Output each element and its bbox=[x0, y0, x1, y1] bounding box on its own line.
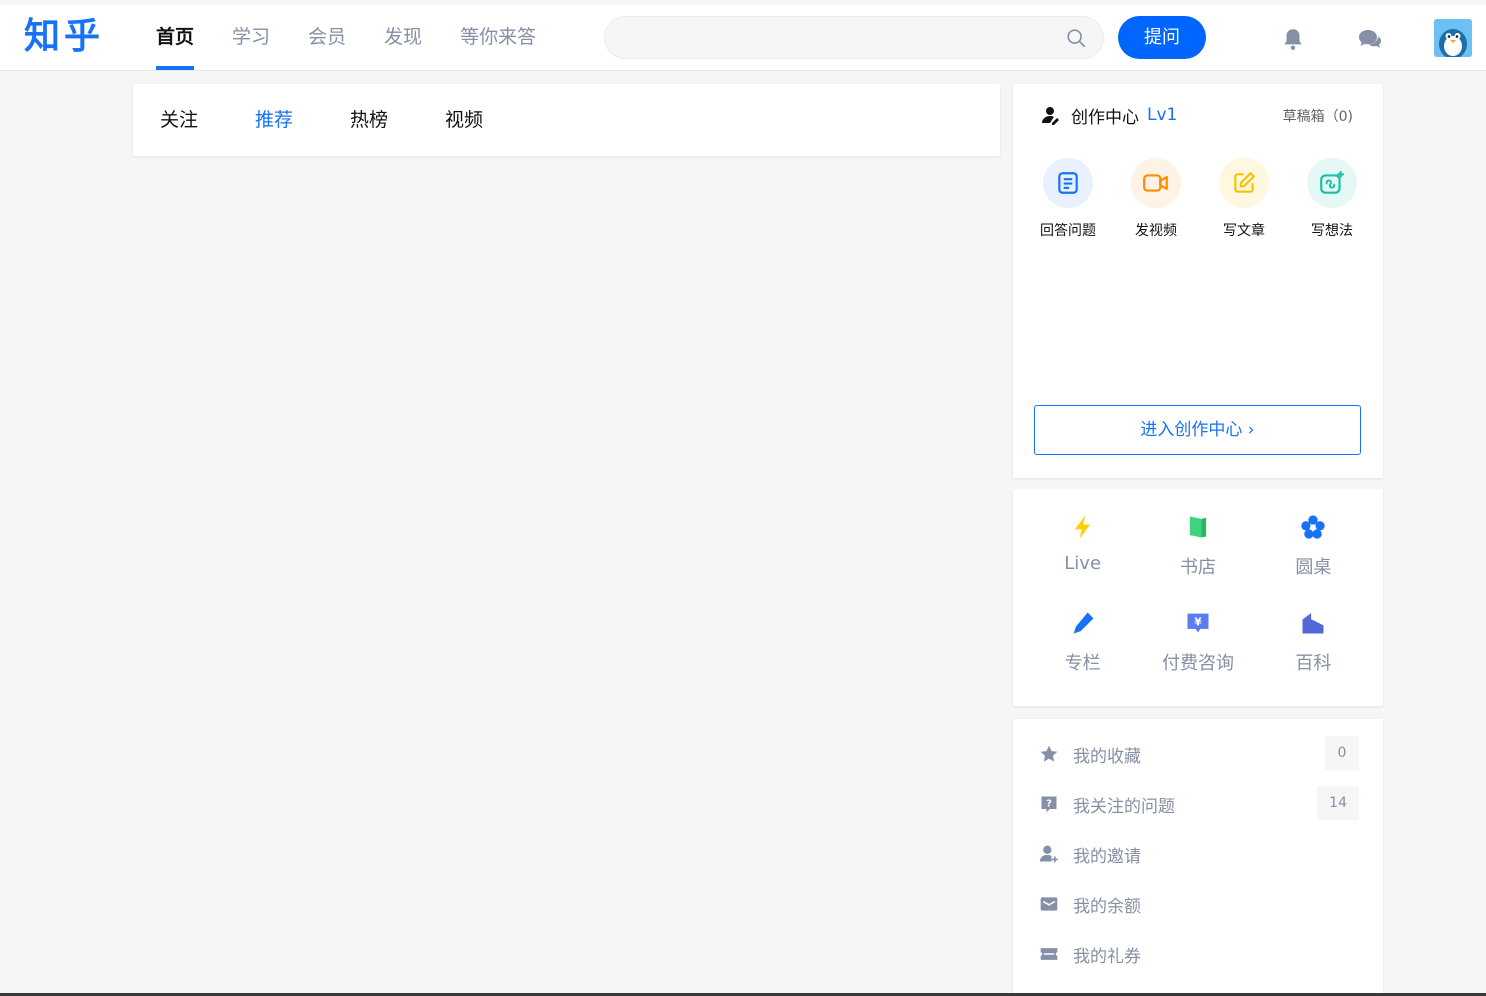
drafts-link[interactable]: 草稿箱（0) bbox=[1283, 106, 1353, 126]
creator-center-title: 创作中心 bbox=[1071, 107, 1139, 128]
post-video-action[interactable]: 发视频 bbox=[1121, 158, 1191, 240]
wallet-icon bbox=[1040, 897, 1058, 911]
service-wiki[interactable]: 百科 bbox=[1256, 609, 1371, 675]
wiki-icon bbox=[1302, 612, 1324, 634]
tab-recommend[interactable]: 推荐 bbox=[255, 84, 293, 156]
answer-question-label: 回答问题 bbox=[1040, 223, 1096, 239]
services-grid: Live 书店 圆桌 专栏 ¥ 付费咨询 百科 bbox=[1025, 513, 1371, 675]
my-balance-label: 我的余额 bbox=[1073, 896, 1141, 917]
user-avatar[interactable] bbox=[1434, 19, 1472, 57]
top-header: 知乎 首页 学习 会员 发现 等你来答 提问 bbox=[0, 5, 1486, 71]
favorites-count-badge: 0 bbox=[1325, 736, 1359, 770]
thought-icon bbox=[1320, 171, 1344, 194]
service-bookstore-label: 书店 bbox=[1179, 557, 1216, 578]
nav-home[interactable]: 首页 bbox=[156, 5, 195, 70]
nav-member[interactable]: 会员 bbox=[308, 5, 346, 70]
service-roundtable[interactable]: 圆桌 bbox=[1256, 513, 1371, 579]
tab-video[interactable]: 视频 bbox=[445, 84, 483, 156]
main-nav: 首页 学习 会员 发现 等你来答 bbox=[156, 5, 574, 70]
notification-bell-icon[interactable] bbox=[1280, 26, 1306, 52]
column-pen-icon bbox=[1073, 612, 1094, 634]
creator-center-card: 创作中心 Lv1 草稿箱（0) 回答问题 发视频 写文章 写想法 进入创作中心 … bbox=[1013, 84, 1383, 478]
service-live-label: Live bbox=[1064, 553, 1102, 574]
messages-icon[interactable] bbox=[1356, 26, 1384, 52]
write-thought-label: 写想法 bbox=[1311, 223, 1353, 239]
pinwheel-icon bbox=[1301, 515, 1325, 539]
consult-icon: ¥ bbox=[1187, 613, 1209, 633]
svg-text:¥: ¥ bbox=[1194, 616, 1202, 628]
nav-learn[interactable]: 学习 bbox=[232, 5, 270, 70]
my-favorites-label: 我的收藏 bbox=[1073, 746, 1141, 767]
service-column-label: 专栏 bbox=[1064, 653, 1101, 674]
pencil-icon-circle bbox=[1219, 158, 1269, 208]
tab-follow[interactable]: 关注 bbox=[160, 84, 198, 156]
search-box bbox=[604, 16, 1104, 59]
svg-text:?: ? bbox=[1046, 799, 1052, 810]
search-input[interactable] bbox=[623, 17, 1053, 58]
write-article-label: 写文章 bbox=[1223, 223, 1265, 239]
services-card: Live 书店 圆桌 专栏 ¥ 付费咨询 百科 bbox=[1013, 489, 1383, 706]
service-paid-consult-label: 付费咨询 bbox=[1161, 653, 1234, 674]
lightning-icon bbox=[1074, 515, 1090, 539]
video-icon-circle bbox=[1131, 158, 1181, 208]
my-followed-questions-label: 我关注的问题 bbox=[1073, 796, 1175, 817]
service-wiki-label: 百科 bbox=[1295, 653, 1332, 674]
my-invitations-label: 我的邀请 bbox=[1073, 846, 1141, 867]
my-followed-questions[interactable]: ? 我关注的问题 14 bbox=[1039, 786, 1359, 822]
invite-icon bbox=[1039, 845, 1058, 863]
my-coupons-label: 我的礼券 bbox=[1073, 946, 1141, 967]
answer-icon bbox=[1058, 172, 1078, 194]
nav-waiting-answers[interactable]: 等你来答 bbox=[460, 5, 536, 70]
creator-actions: 回答问题 发视频 写文章 写想法 bbox=[1033, 158, 1367, 240]
service-live[interactable]: Live bbox=[1025, 513, 1140, 579]
write-article-action[interactable]: 写文章 bbox=[1209, 158, 1279, 240]
creator-person-icon bbox=[1042, 107, 1059, 125]
nav-discover[interactable]: 发现 bbox=[384, 5, 422, 70]
followed-questions-count-badge: 14 bbox=[1317, 786, 1359, 820]
service-paid-consult[interactable]: ¥ 付费咨询 bbox=[1140, 609, 1255, 675]
my-links-card: 我的收藏 0 ? 我关注的问题 14 我的邀请 我的余额 我的礼券 bbox=[1013, 719, 1383, 996]
answer-icon-circle bbox=[1043, 158, 1093, 208]
question-icon: ? bbox=[1041, 796, 1057, 813]
my-coupons[interactable]: 我的礼券 bbox=[1039, 936, 1359, 972]
service-bookstore[interactable]: 书店 bbox=[1140, 513, 1255, 579]
my-balance[interactable]: 我的余额 bbox=[1039, 886, 1359, 922]
write-thought-action[interactable]: 写想法 bbox=[1297, 158, 1367, 240]
tab-hot-list[interactable]: 热榜 bbox=[350, 84, 388, 156]
star-icon bbox=[1040, 745, 1058, 762]
service-column[interactable]: 专栏 bbox=[1025, 609, 1140, 675]
post-video-label: 发视频 bbox=[1135, 223, 1177, 239]
video-icon bbox=[1143, 174, 1168, 192]
my-favorites[interactable]: 我的收藏 0 bbox=[1039, 736, 1359, 772]
creator-center-header: 创作中心 Lv1 bbox=[1041, 102, 1177, 128]
service-roundtable-label: 圆桌 bbox=[1295, 557, 1332, 578]
book-icon bbox=[1189, 516, 1207, 538]
enter-creator-center-button[interactable]: 进入创作中心 › bbox=[1034, 405, 1361, 455]
avatar-penguin-icon bbox=[1434, 19, 1472, 57]
my-invitations[interactable]: 我的邀请 bbox=[1039, 836, 1359, 872]
coupon-icon bbox=[1040, 948, 1058, 960]
thought-icon-circle bbox=[1307, 158, 1357, 208]
zhihu-logo[interactable]: 知乎 bbox=[24, 12, 104, 60]
feed-tab-bar: 关注 推荐 热榜 视频 bbox=[133, 84, 1000, 156]
search-icon[interactable] bbox=[1065, 27, 1087, 49]
answer-question-action[interactable]: 回答问题 bbox=[1033, 158, 1103, 240]
ask-question-button[interactable]: 提问 bbox=[1118, 16, 1206, 59]
creator-level-badge[interactable]: Lv1 bbox=[1147, 105, 1177, 125]
pencil-icon bbox=[1234, 172, 1255, 193]
